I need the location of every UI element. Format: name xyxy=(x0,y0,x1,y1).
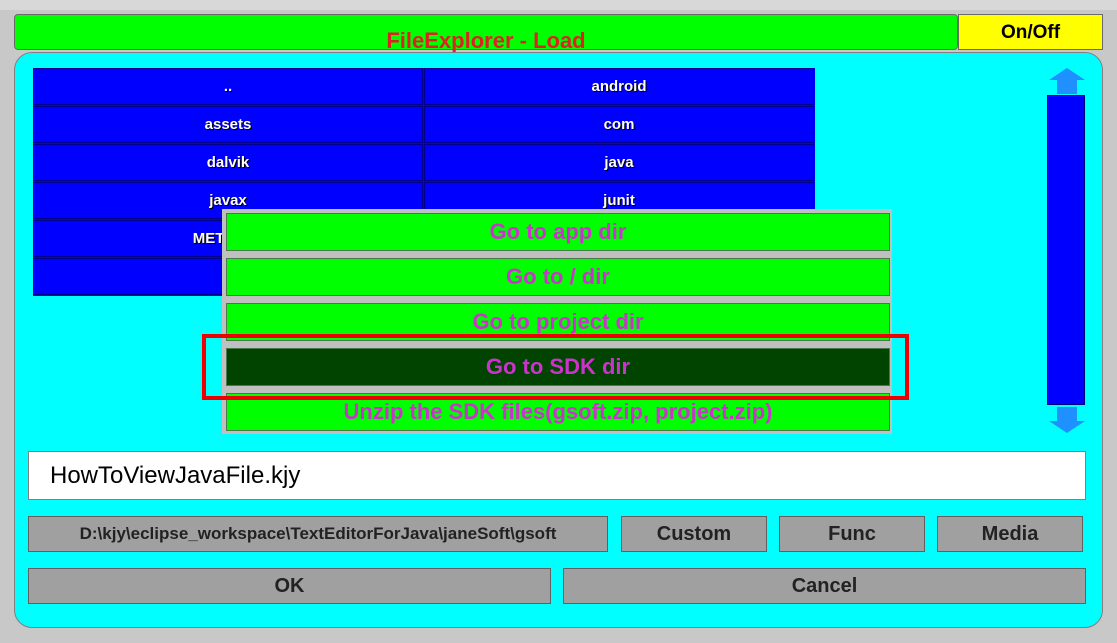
top-strip xyxy=(0,0,1117,10)
menu-item-go-app-dir[interactable]: Go to app dir xyxy=(226,213,890,251)
menu-item-go-root-dir[interactable]: Go to / dir xyxy=(226,258,890,296)
scrollbar-track[interactable] xyxy=(1047,95,1085,405)
menu-item-go-sdk-dir[interactable]: Go to SDK dir xyxy=(226,348,890,386)
filename-field[interactable]: HowToViewJavaFile.kjy xyxy=(28,451,1086,500)
ok-button[interactable]: OK xyxy=(28,568,551,604)
custom-button[interactable]: Custom xyxy=(621,516,767,552)
on-off-toggle[interactable]: On/Off xyxy=(958,14,1103,50)
file-item[interactable]: dalvik xyxy=(33,144,423,181)
context-menu: Go to app dir Go to / dir Go to project … xyxy=(222,209,892,434)
menu-item-unzip-sdk[interactable]: Unzip the SDK files(gsoft.zip, project.z… xyxy=(226,393,890,431)
func-button[interactable]: Func xyxy=(779,516,925,552)
scroll-down-icon[interactable] xyxy=(1049,407,1085,433)
file-item[interactable]: assets xyxy=(33,106,423,143)
current-path-button[interactable]: D:\kjy\eclipse_workspace\TextEditorForJa… xyxy=(28,516,608,552)
cancel-button[interactable]: Cancel xyxy=(563,568,1086,604)
title-bar: FileExplorer - Load xyxy=(14,14,958,53)
scroll-up-icon[interactable] xyxy=(1049,68,1085,94)
media-button[interactable]: Media xyxy=(937,516,1083,552)
file-item[interactable]: .. xyxy=(33,68,423,105)
file-item[interactable]: android xyxy=(424,68,814,105)
file-item[interactable]: java xyxy=(424,144,814,181)
file-item[interactable]: com xyxy=(424,106,814,143)
window-title: FileExplorer - Load xyxy=(386,28,586,53)
menu-item-go-project-dir[interactable]: Go to project dir xyxy=(226,303,890,341)
